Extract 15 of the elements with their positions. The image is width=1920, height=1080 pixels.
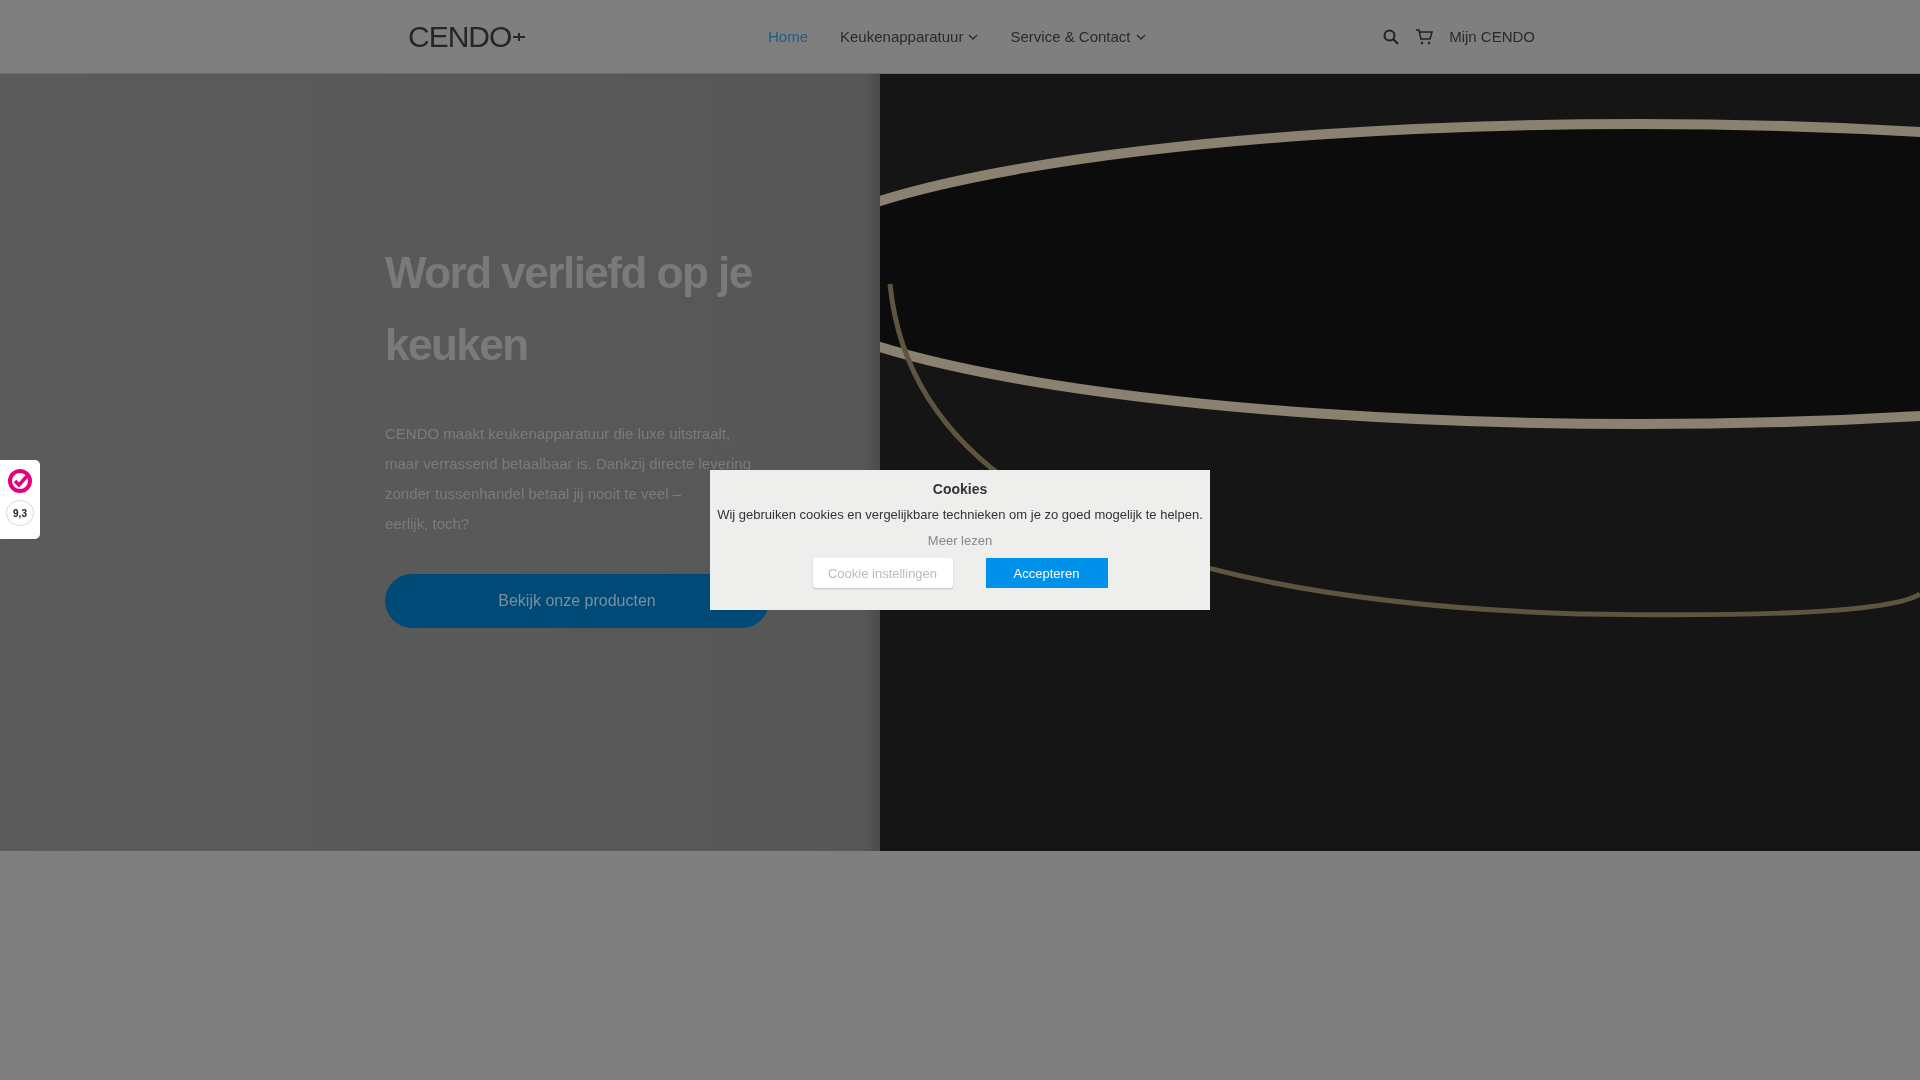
dialog-title: Cookies xyxy=(932,481,988,497)
products-button[interactable]: Bekijk onze producten xyxy=(385,574,769,628)
dialog-text: Wij gebruiken cookies en vergelijkbare technieken om je zo goed mogelijk te helpen. xyxy=(717,507,1203,522)
checkmark-badge-icon xyxy=(7,468,33,494)
rating-widget[interactable]: 9,3 xyxy=(0,460,40,539)
read-more-link[interactable]: Meer lezen xyxy=(927,533,993,548)
nav-link[interactable]: Keukenapparatuur xyxy=(840,28,979,45)
cart-icon[interactable] xyxy=(1415,28,1434,45)
account-link[interactable]: Mijn CENDO xyxy=(1449,28,1535,45)
nav-link[interactable]: Service & Contact xyxy=(1010,28,1146,45)
accept-button[interactable]: Accepteren xyxy=(985,558,1108,588)
search-icon[interactable] xyxy=(1383,28,1400,45)
logo[interactable]: CENDO xyxy=(408,19,512,54)
settings-button[interactable]: Cookie instellingen xyxy=(812,558,953,588)
logo-mark-icon xyxy=(513,30,526,43)
